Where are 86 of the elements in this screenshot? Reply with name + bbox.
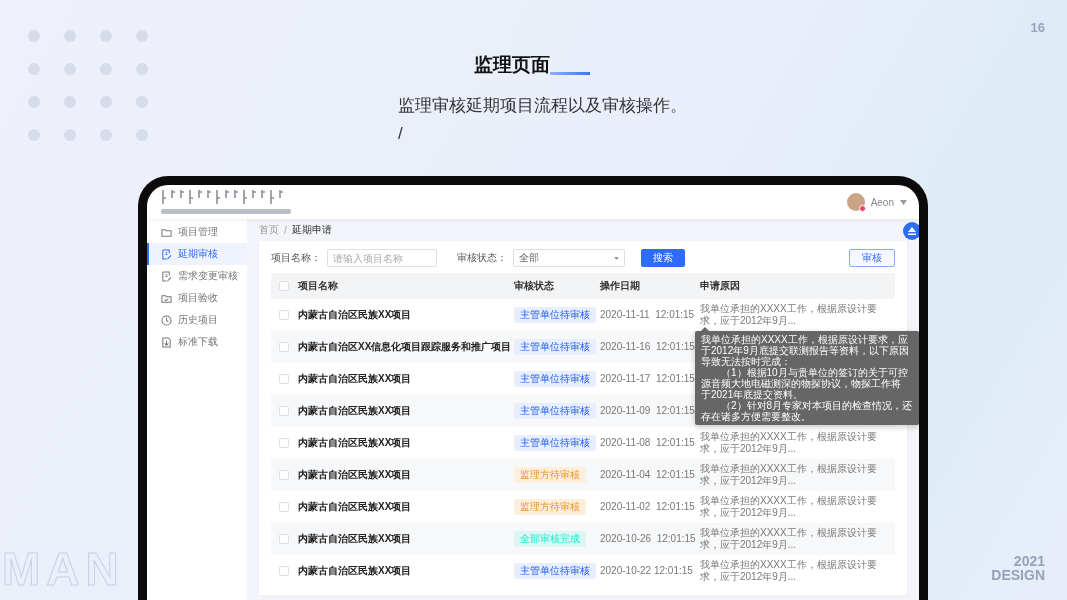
document-download-icon — [161, 336, 172, 348]
upload-float-button[interactable] — [903, 222, 919, 240]
sidebar-item[interactable]: 需求变更审核 — [147, 265, 247, 287]
project-name-field[interactable]: 请输入项目名称 — [327, 249, 437, 267]
project-name: 内蒙古自治区民族XX项目 — [298, 565, 412, 576]
sidebar-item[interactable]: 延期审核 — [147, 243, 247, 265]
status-tag: 主管单位待审核 — [514, 435, 596, 451]
project-name: 内蒙古自治区民族XX项目 — [298, 533, 412, 544]
column-header: 操作日期 — [600, 280, 640, 291]
row-checkbox[interactable] — [279, 502, 289, 512]
status-tag: 全部审核完成 — [514, 531, 586, 547]
operation-date: 2020-11-02 12:01:15 — [600, 501, 695, 512]
filter-label: 审核状态： — [457, 251, 507, 265]
eject-icon — [908, 227, 916, 235]
document-edit-icon — [161, 248, 172, 260]
year-label: 2021 — [1013, 554, 1045, 568]
sidebar-item[interactable]: 项目验收 — [147, 287, 247, 309]
review-button[interactable]: 审核 — [849, 249, 895, 267]
search-button[interactable]: 搜索 — [641, 249, 685, 267]
operation-date: 2020-10-22 12:01:15 — [600, 565, 693, 576]
column-header: 项目名称 — [298, 280, 338, 291]
project-name: 内蒙古自治区民族XX项目 — [298, 437, 412, 448]
clock-icon — [161, 314, 172, 326]
sidebar-item[interactable]: 标准下载 — [147, 331, 247, 353]
reason-text: 我单位承担的XXXX工作，根据原设计要求，应于2012年9月... — [700, 431, 877, 454]
column-header: 申请原因 — [700, 280, 740, 291]
project-name: 内蒙古自治区民族XX项目 — [298, 405, 412, 416]
tooltip-line: 于2021年底提交资料。 — [701, 389, 804, 400]
operation-date: 2020-11-04 12:01:15 — [600, 469, 695, 480]
operation-date: 2020-11-08 12:01:15 — [600, 437, 695, 448]
breadcrumb-separator: / — [284, 224, 287, 236]
row-checkbox[interactable] — [279, 310, 289, 320]
operation-date: 2020-11-11 12:01:15 — [600, 309, 695, 320]
reason-text: 我单位承担的XXXX工作，根据原设计要求，应于2012年9月... — [700, 559, 877, 582]
sidebar-item[interactable]: 项目管理 — [147, 221, 247, 243]
operation-date: 2020-11-16 12:01:15 — [600, 341, 695, 352]
row-checkbox[interactable] — [279, 374, 289, 384]
breadcrumb-link[interactable]: 首页 — [259, 223, 279, 237]
operation-date: 2020-11-17 12:01:15 — [600, 373, 695, 384]
design-label: DESIGN — [991, 568, 1045, 582]
select-all-checkbox[interactable] — [279, 281, 289, 291]
caret-icon[interactable] — [900, 199, 907, 205]
title-underline — [550, 72, 590, 75]
project-name: 内蒙古自治区民族XX项目 — [298, 373, 412, 384]
reason-text: 我单位承担的XXXX工作，根据原设计要求，应于2012年9月... — [700, 527, 877, 550]
folder-icon — [161, 226, 172, 238]
reason-text: 我单位承担的XXXX工作，根据原设计要求，应于2012年9月... — [700, 463, 877, 486]
status-tag: 主管单位待审核 — [514, 371, 596, 387]
reason-text: 我单位承担的XXXX工作，根据原设计要求，应于2012年9月... — [700, 303, 877, 326]
filter-label: 项目名称： — [271, 251, 321, 265]
notification-dot — [858, 205, 866, 212]
user-avatar[interactable] — [846, 193, 865, 211]
slash-mark: / — [398, 124, 404, 145]
user-name[interactable]: Aeon — [870, 196, 894, 208]
row-checkbox[interactable] — [279, 534, 289, 544]
status-tag: 主管单位待审核 — [514, 563, 596, 579]
tooltip-line: 我单位承担的XXXX工作，根据原设计要求，应于2012年9月底提交联测报告等资料，以下原因导致无法按时完成： — [701, 334, 910, 367]
operation-date: 2020-11-09 12:01:15 — [600, 405, 695, 416]
tooltip-line: （1）根据10月与贵单位的签订的关于可控源音频大地电磁测深的物探协议，物探工作将 — [701, 367, 909, 389]
row-checkbox[interactable] — [279, 438, 289, 448]
operation-date: 2020-10-26 12:01:15 — [600, 533, 696, 544]
slide-description: 监理审核延期项目流程以及审核操作。 — [398, 96, 687, 117]
document-edit-icon — [161, 270, 172, 282]
project-name: 内蒙古自治区民族XX项目 — [298, 469, 412, 480]
page-number: 16 — [1030, 20, 1045, 35]
status-tag: 监理方待审核 — [514, 467, 586, 483]
slide-title: 监理页面 — [474, 53, 550, 77]
status-tag: 监理方待审核 — [514, 499, 586, 515]
row-checkbox[interactable] — [279, 342, 289, 352]
status-tag: 主管单位待审核 — [514, 307, 596, 323]
sidebar-item[interactable]: 历史项目 — [147, 309, 247, 331]
project-name: 内蒙古自治区民族XX项目 — [298, 309, 412, 320]
status-dropdown[interactable]: 全部 — [513, 249, 625, 267]
project-name: 内蒙古自治区XX信息化项目跟踪服务和推广项目 — [298, 341, 512, 352]
status-tag: 主管单位待审核 — [514, 403, 596, 419]
project-name: 内蒙古自治区民族XX项目 — [298, 501, 412, 512]
column-header: 审核状态 — [514, 280, 554, 291]
breadcrumb-link[interactable]: 延期申请 — [291, 223, 332, 237]
row-checkbox[interactable] — [279, 566, 289, 576]
tooltip-line: （2）针对8月专家对本项目的检查情况，还存在诸多方便需要整改。 — [701, 400, 913, 422]
status-tag: 主管单位待审核 — [514, 339, 596, 355]
reason-text: 我单位承担的XXXX工作，根据原设计要求，应于2012年9月... — [700, 495, 877, 518]
row-checkbox[interactable] — [279, 406, 289, 416]
row-checkbox[interactable] — [279, 470, 289, 480]
caret-icon — [614, 256, 619, 260]
folder-check-icon — [161, 292, 172, 304]
